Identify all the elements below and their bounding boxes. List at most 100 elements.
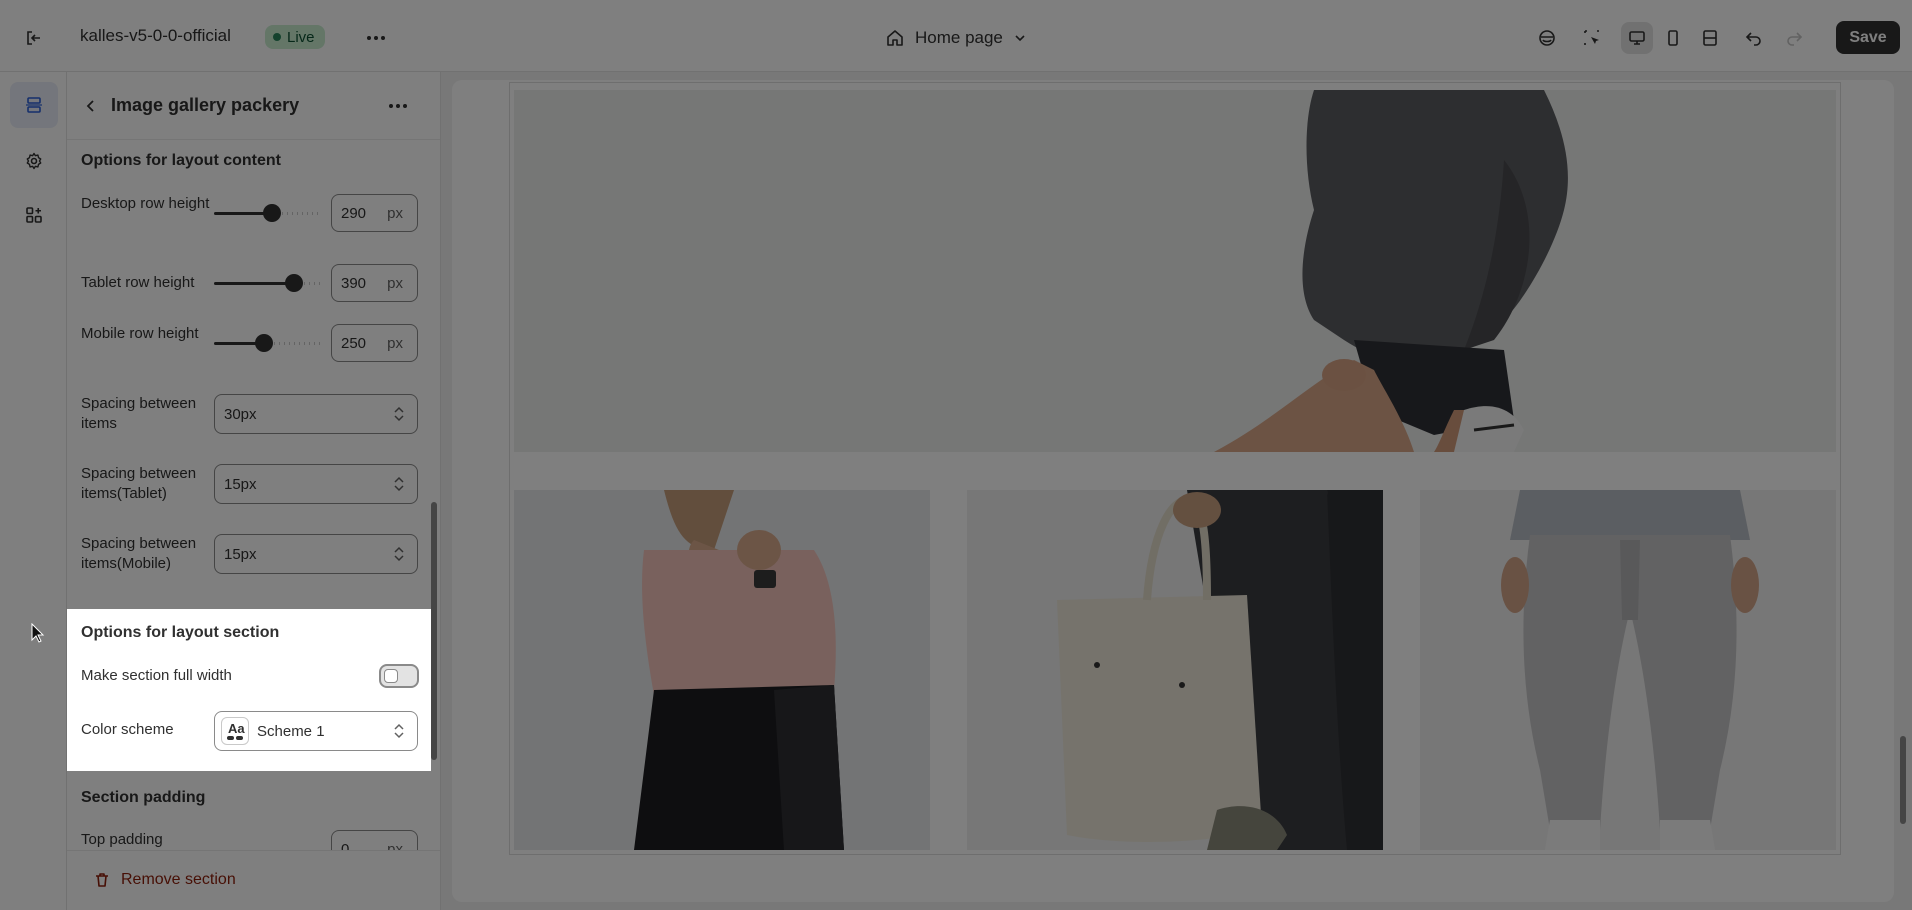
tablet-row-height-slider[interactable] — [214, 274, 320, 292]
more-horizontal-icon — [367, 36, 385, 40]
layout-content-title: Options for layout content — [81, 152, 281, 169]
inspector-button[interactable] — [1576, 22, 1608, 54]
ai-sidekick-button[interactable] — [1531, 22, 1563, 54]
left-rail — [0, 72, 67, 910]
mouse-cursor-icon — [31, 623, 45, 643]
full-width-toggle[interactable] — [379, 664, 419, 688]
exit-editor-button[interactable] — [18, 24, 50, 52]
layout-section-title: Options for layout section — [81, 624, 280, 641]
gallery-image-4[interactable] — [1420, 490, 1836, 850]
undo-icon — [1745, 32, 1761, 46]
select-arrows-icon — [394, 406, 404, 422]
remove-section-button[interactable]: Remove section — [93, 871, 236, 889]
desktop-icon — [1629, 31, 1645, 45]
select-arrows-icon — [394, 723, 404, 739]
store-name: kalles-v5-0-0-official — [80, 26, 231, 45]
desktop-row-height-unit: px — [387, 204, 403, 222]
tablet-row-height-label: Tablet row height — [81, 274, 195, 291]
live-label: Live — [287, 28, 315, 46]
tablet-row-height-input[interactable]: 390 px — [331, 264, 418, 302]
desktop-row-height-input[interactable]: 290 px — [331, 194, 418, 232]
layout-section-highlight: Options for layout section Make section … — [67, 609, 431, 771]
gallery-image-3[interactable] — [967, 490, 1383, 850]
sections-icon — [26, 97, 42, 113]
spacing-mobile-select[interactable]: 15px — [214, 534, 418, 574]
tablet-row-height-unit: px — [387, 274, 403, 292]
mobile-row-height-slider[interactable] — [214, 334, 320, 352]
mobile-icon — [1668, 30, 1678, 46]
scheme-swatch-text: Aa — [228, 721, 245, 736]
panel-header: Image gallery packery — [67, 72, 440, 140]
spacing-items-label: Spacing between items — [81, 395, 197, 432]
image-gallery-section[interactable] — [509, 82, 1841, 855]
top-padding-label: Top padding — [81, 831, 163, 848]
back-button[interactable] — [79, 94, 103, 118]
section-more-button[interactable] — [383, 94, 413, 118]
gallery-image-1[interactable] — [514, 90, 1836, 452]
gallery-photo-2 — [514, 490, 930, 850]
store-more-button[interactable] — [362, 24, 390, 52]
full-width-view-button[interactable] — [1694, 22, 1726, 54]
color-scheme-label: Color scheme — [81, 721, 174, 738]
mobile-row-height-label: Mobile row height — [81, 325, 199, 342]
panel-scrollbar[interactable] — [431, 502, 437, 760]
page-scrollbar[interactable] — [1900, 736, 1906, 824]
mobile-row-height-unit: px — [387, 334, 403, 352]
color-scheme-select[interactable]: Aa Scheme 1 — [214, 711, 418, 751]
spacing-items-value: 30px — [224, 405, 257, 423]
mobile-row-height-input[interactable]: 250 px — [331, 324, 418, 362]
rail-sections-button[interactable] — [10, 82, 58, 128]
home-icon — [887, 30, 903, 46]
select-arrows-icon — [394, 546, 404, 562]
mobile-view-button[interactable] — [1657, 22, 1689, 54]
spacing-items-select[interactable]: 30px — [214, 394, 418, 434]
gallery-photo-3 — [967, 490, 1383, 850]
slider-thumb[interactable] — [285, 274, 303, 292]
slider-thumb[interactable] — [263, 204, 281, 222]
cursor-select-icon — [1584, 30, 1599, 45]
sidekick-icon — [1539, 30, 1555, 46]
remove-section-label: Remove section — [121, 871, 236, 888]
redo-button[interactable] — [1778, 22, 1810, 54]
trash-icon — [96, 873, 108, 887]
rail-apps-button[interactable] — [10, 192, 58, 238]
tablet-row-height-value: 390 — [341, 274, 367, 292]
spacing-tablet-label: Spacing between items(Tablet) — [81, 465, 197, 502]
toggle-knob — [384, 669, 398, 683]
gallery-photo-4 — [1420, 490, 1836, 850]
full-width-label: Make section full width — [81, 667, 232, 684]
color-scheme-value: Scheme 1 — [257, 722, 325, 740]
chevron-left-icon — [86, 100, 94, 112]
top-bar: kalles-v5-0-0-official Live Home page Sa… — [0, 0, 1912, 72]
gear-icon — [26, 152, 42, 170]
live-dot-icon — [273, 33, 281, 41]
page-picker[interactable]: Home page — [885, 22, 1027, 54]
page-picker-label: Home page — [915, 28, 1003, 47]
gallery-image-2[interactable] — [514, 490, 930, 850]
apps-icon — [26, 207, 42, 223]
slider-fill — [214, 282, 294, 285]
mobile-row-height-value: 250 — [341, 334, 367, 352]
more-horizontal-icon — [389, 104, 407, 108]
panel-title: Image gallery packery — [111, 95, 300, 115]
section-padding-title: Section padding — [81, 789, 206, 806]
section-settings-panel: Image gallery packery Options for layout… — [67, 72, 441, 910]
spacing-mobile-label: Spacing between items(Mobile) — [81, 535, 197, 572]
select-arrows-icon — [394, 476, 404, 492]
redo-icon — [1787, 32, 1803, 46]
slider-thumb[interactable] — [255, 334, 273, 352]
spacing-tablet-select[interactable]: 15px — [214, 464, 418, 504]
save-button[interactable]: Save — [1836, 21, 1900, 54]
undo-button[interactable] — [1738, 22, 1770, 54]
chevron-down-icon — [1015, 35, 1025, 42]
spacing-mobile-value: 15px — [224, 545, 257, 563]
panel-footer: Remove section — [67, 850, 440, 910]
desktop-row-height-value: 290 — [341, 204, 367, 222]
gallery-photo-1 — [514, 90, 1836, 452]
desktop-row-height-label: Desktop row height — [81, 195, 210, 212]
color-scheme-swatch-icon: Aa — [221, 717, 249, 745]
desktop-view-button[interactable] — [1621, 22, 1653, 54]
fullscreen-layout-icon — [1703, 30, 1717, 46]
desktop-row-height-slider[interactable] — [214, 204, 320, 222]
rail-theme-settings-button[interactable] — [10, 138, 58, 184]
